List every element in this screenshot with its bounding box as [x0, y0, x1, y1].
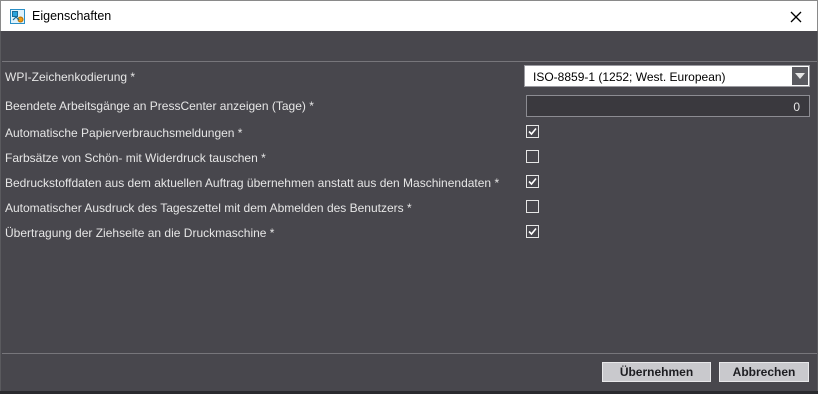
title-bar: Eigenschaften	[0, 0, 818, 31]
paper-consumption-label: Automatische Papierverbrauchsmeldungen *	[5, 126, 243, 140]
finished-jobs-label: Beendete Arbeitsgänge an PressCenter anz…	[5, 99, 314, 113]
checkmark-icon	[528, 127, 537, 136]
daily-slip-checkbox[interactable]	[526, 200, 539, 213]
cancel-button[interactable]: Abbrechen	[719, 362, 809, 382]
substrate-data-label: Bedruckstoffdaten aus dem aktuellen Auft…	[5, 176, 500, 190]
substrate-data-checkbox[interactable]	[526, 175, 539, 188]
daily-slip-label: Automatischer Ausdruck des Tageszettel m…	[5, 201, 412, 215]
close-icon[interactable]	[775, 1, 817, 32]
apply-button[interactable]: Übernehmen	[602, 362, 711, 382]
pull-sheet-transfer-checkbox[interactable]	[526, 225, 539, 238]
encoding-label: WPI-Zeichenkodierung *	[5, 70, 136, 84]
top-divider	[2, 61, 817, 62]
finished-jobs-days-value: 0	[793, 100, 800, 114]
swap-colors-checkbox[interactable]	[526, 150, 539, 163]
paper-consumption-checkbox[interactable]	[526, 125, 539, 138]
properties-panel: WPI-Zeichenkodierung * ISO-8859-1 (1252;…	[0, 31, 818, 394]
pull-sheet-transfer-label: Übertragung der Ziehseite an die Druckma…	[5, 226, 275, 240]
finished-jobs-days-field[interactable]: 0	[526, 95, 810, 117]
encoding-select[interactable]: ISO-8859-1 (1252; West. European)	[524, 65, 810, 87]
encoding-select-value: ISO-8859-1 (1252; West. European)	[533, 70, 726, 84]
checkmark-icon	[528, 227, 537, 236]
window-title: Eigenschaften	[32, 9, 112, 23]
chevron-down-icon[interactable]	[792, 67, 808, 85]
bottom-divider	[2, 353, 817, 354]
properties-app-icon	[10, 9, 25, 24]
swap-colors-label: Farbsätze von Schön- mit Widerdruck taus…	[5, 151, 266, 165]
checkmark-icon	[528, 177, 537, 186]
